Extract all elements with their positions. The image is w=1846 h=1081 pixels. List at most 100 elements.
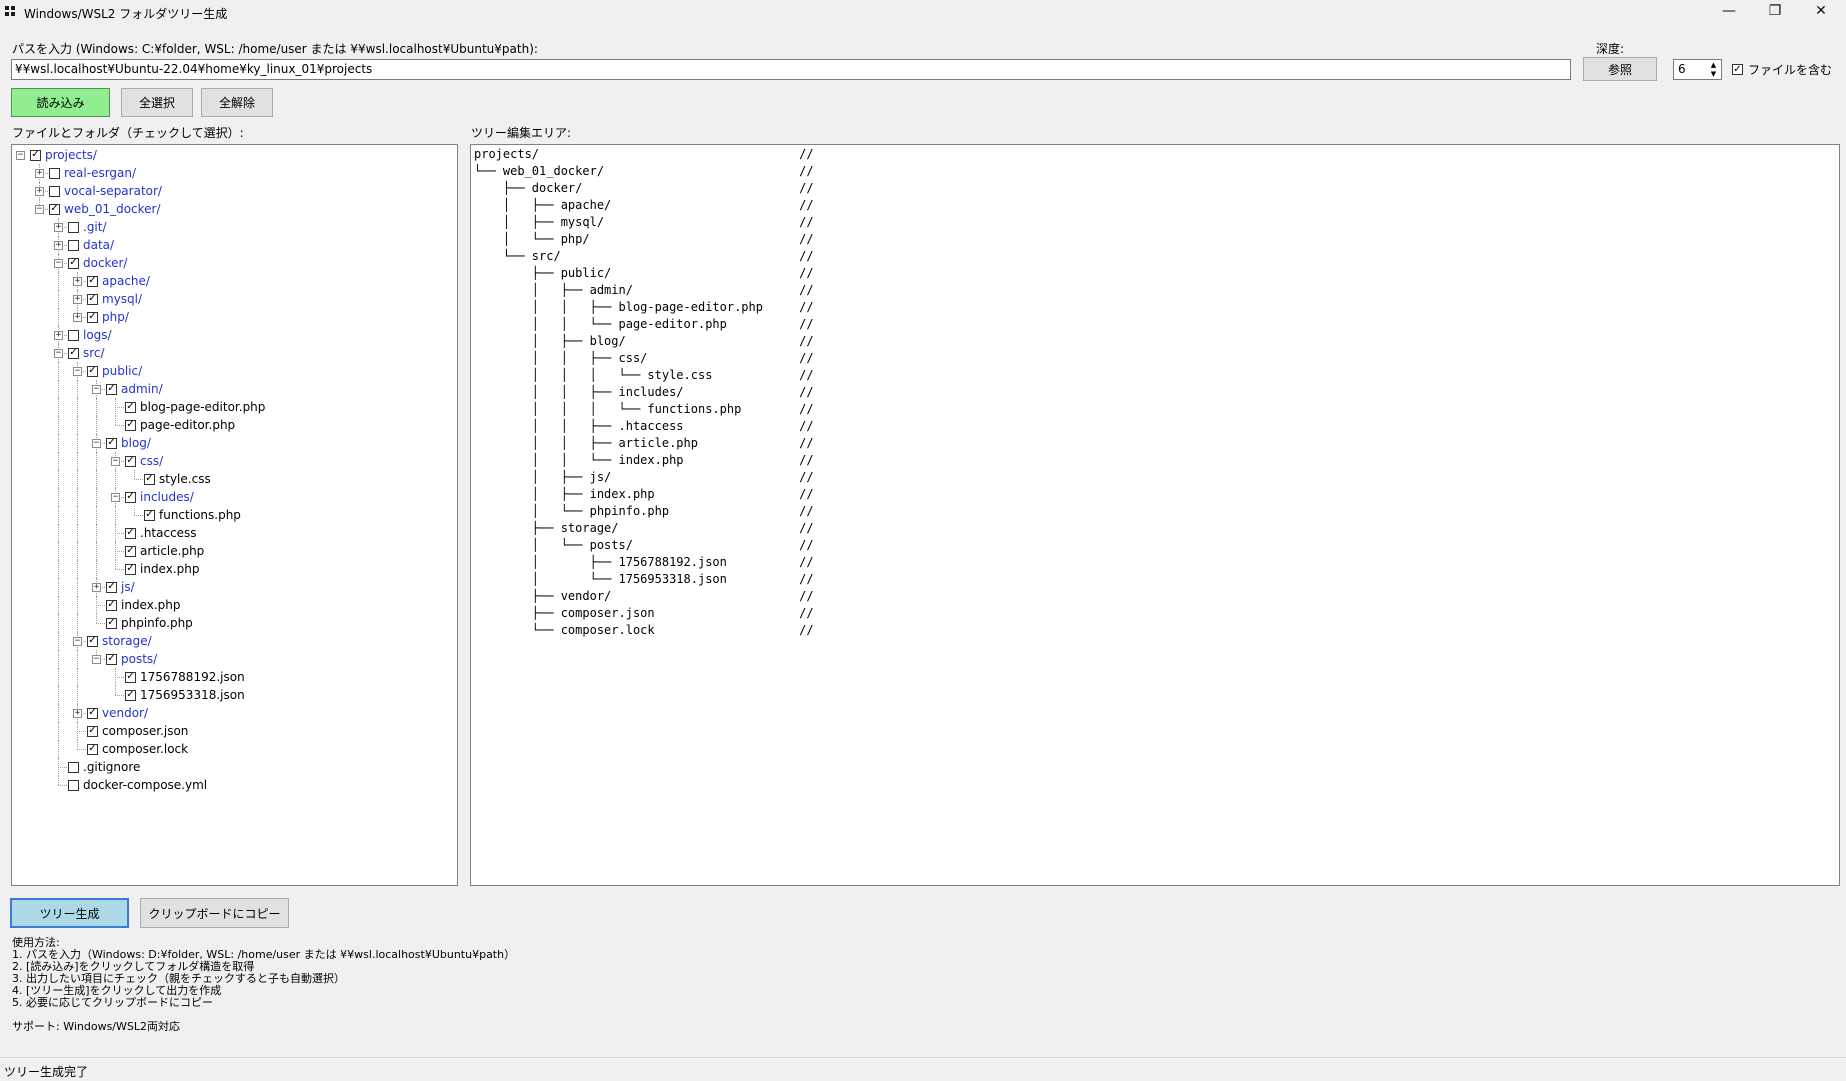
tree-node[interactable]: ✓apache/ xyxy=(87,272,150,290)
load-button[interactable]: 読み込み xyxy=(11,88,110,117)
tree-node-checkbox[interactable]: ✓ xyxy=(125,528,136,539)
close-button[interactable]: ✕ xyxy=(1798,0,1844,22)
tree-node-checkbox[interactable]: ✓ xyxy=(87,726,98,737)
tree-node[interactable]: vocal-separator/ xyxy=(49,182,162,200)
collapse-icon[interactable]: − xyxy=(73,367,82,376)
tree-node[interactable]: ✓composer.lock xyxy=(87,740,188,758)
tree-node[interactable]: ✓mysql/ xyxy=(87,290,142,308)
tree-node-checkbox[interactable]: ✓ xyxy=(106,654,117,665)
tree-node[interactable]: data/ xyxy=(68,236,114,254)
include-files-option[interactable]: ✓ ファイルを含む xyxy=(1732,61,1832,78)
tree-node[interactable]: ✓style.css xyxy=(144,470,211,488)
tree-node[interactable]: ✓vendor/ xyxy=(87,704,148,722)
tree-node[interactable]: ✓includes/ xyxy=(125,488,194,506)
tree-node[interactable]: logs/ xyxy=(68,326,112,344)
expand-icon[interactable]: + xyxy=(35,187,44,196)
tree-node[interactable]: .gitignore xyxy=(68,758,140,776)
expand-icon[interactable]: + xyxy=(54,241,63,250)
tree-node[interactable]: ✓phpinfo.php xyxy=(106,614,193,632)
tree-node[interactable]: ✓web_01_docker/ xyxy=(49,200,161,218)
tree-node[interactable]: ✓docker/ xyxy=(68,254,127,272)
tree-node[interactable]: ✓storage/ xyxy=(87,632,152,650)
tree-node[interactable]: docker-compose.yml xyxy=(68,776,207,794)
tree-node-checkbox[interactable]: ✓ xyxy=(87,366,98,377)
tree-node-checkbox[interactable]: ✓ xyxy=(106,618,117,629)
collapse-icon[interactable]: − xyxy=(111,493,120,502)
depth-spinner[interactable]: 6 ▲ ▼ xyxy=(1673,59,1722,80)
expand-icon[interactable]: + xyxy=(73,295,82,304)
tree-node-checkbox[interactable]: ✓ xyxy=(125,672,136,683)
expand-icon[interactable]: + xyxy=(92,583,101,592)
generate-tree-button[interactable]: ツリー生成 xyxy=(10,898,129,928)
tree-node-checkbox[interactable]: ✓ xyxy=(87,312,98,323)
tree-node[interactable]: ✓composer.json xyxy=(87,722,188,740)
tree-node[interactable]: ✓1756953318.json xyxy=(125,686,245,704)
tree-node[interactable]: real-esrgan/ xyxy=(49,164,136,182)
tree-node[interactable]: ✓.htaccess xyxy=(125,524,197,542)
tree-node[interactable]: ✓projects/ xyxy=(30,146,97,164)
select-all-button[interactable]: 全選択 xyxy=(121,88,193,117)
tree-node-checkbox[interactable]: ✓ xyxy=(87,708,98,719)
tree-node-checkbox[interactable]: ✓ xyxy=(87,276,98,287)
tree-node-checkbox[interactable]: ✓ xyxy=(68,348,79,359)
tree-node[interactable]: ✓functions.php xyxy=(144,506,241,524)
browse-button[interactable]: 参照 xyxy=(1583,57,1657,81)
tree-node[interactable]: ✓blog/ xyxy=(106,434,151,452)
tree-node-checkbox[interactable]: ✓ xyxy=(125,456,136,467)
tree-node-checkbox[interactable] xyxy=(68,780,79,791)
tree-node-checkbox[interactable]: ✓ xyxy=(87,636,98,647)
tree-node[interactable]: ✓index.php xyxy=(125,560,199,578)
copy-to-clipboard-button[interactable]: クリップボードにコピー xyxy=(140,898,289,928)
tree-node-checkbox[interactable]: ✓ xyxy=(68,258,79,269)
tree-edit-text[interactable]: projects/ // └── web_01_docker/ // ├── d… xyxy=(474,146,814,639)
tree-node[interactable]: ✓index.php xyxy=(106,596,180,614)
tree-node[interactable]: .git/ xyxy=(68,218,107,236)
tree-node-checkbox[interactable]: ✓ xyxy=(125,546,136,557)
maximize-button[interactable]: ❐ xyxy=(1752,0,1798,22)
collapse-icon[interactable]: − xyxy=(92,655,101,664)
tree-node[interactable]: ✓css/ xyxy=(125,452,163,470)
collapse-icon[interactable]: − xyxy=(73,637,82,646)
tree-node-checkbox[interactable]: ✓ xyxy=(30,150,41,161)
expand-icon[interactable]: + xyxy=(35,169,44,178)
path-input[interactable]: ¥¥wsl.localhost¥Ubuntu-22.04¥home¥ky_lin… xyxy=(11,59,1571,80)
tree-node[interactable]: ✓article.php xyxy=(125,542,204,560)
tree-node-checkbox[interactable]: ✓ xyxy=(144,474,155,485)
tree-node-checkbox[interactable]: ✓ xyxy=(106,438,117,449)
tree-node-checkbox[interactable]: ✓ xyxy=(106,582,117,593)
expand-icon[interactable]: + xyxy=(54,331,63,340)
tree-node-checkbox[interactable]: ✓ xyxy=(87,744,98,755)
tree-node-checkbox[interactable]: ✓ xyxy=(87,294,98,305)
collapse-icon[interactable]: − xyxy=(54,349,63,358)
minimize-button[interactable]: — xyxy=(1706,0,1752,22)
tree-node-checkbox[interactable] xyxy=(68,330,79,341)
tree-node[interactable]: ✓page-editor.php xyxy=(125,416,235,434)
tree-node-checkbox[interactable] xyxy=(68,762,79,773)
spinner-down-icon[interactable]: ▼ xyxy=(1707,70,1720,78)
tree-node[interactable]: ✓php/ xyxy=(87,308,129,326)
expand-icon[interactable]: + xyxy=(54,223,63,232)
tree-node-checkbox[interactable] xyxy=(49,186,60,197)
tree-node-checkbox[interactable]: ✓ xyxy=(125,564,136,575)
tree-node-checkbox[interactable]: ✓ xyxy=(125,402,136,413)
spinner-up-icon[interactable]: ▲ xyxy=(1707,61,1720,69)
tree-node-checkbox[interactable]: ✓ xyxy=(144,510,155,521)
collapse-icon[interactable]: − xyxy=(92,439,101,448)
tree-node-checkbox[interactable]: ✓ xyxy=(125,420,136,431)
tree-node-checkbox[interactable] xyxy=(49,168,60,179)
tree-node-checkbox[interactable]: ✓ xyxy=(106,600,117,611)
collapse-icon[interactable]: − xyxy=(16,151,25,160)
expand-icon[interactable]: + xyxy=(73,277,82,286)
tree-node-checkbox[interactable]: ✓ xyxy=(125,492,136,503)
tree-node-checkbox[interactable] xyxy=(68,222,79,233)
tree-node-checkbox[interactable] xyxy=(68,240,79,251)
tree-edit-area[interactable]: projects/ // └── web_01_docker/ // ├── d… xyxy=(470,144,1840,886)
tree-node[interactable]: ✓1756788192.json xyxy=(125,668,245,686)
tree-node-checkbox[interactable]: ✓ xyxy=(106,384,117,395)
tree-node[interactable]: ✓public/ xyxy=(87,362,142,380)
collapse-icon[interactable]: − xyxy=(111,457,120,466)
tree-node-checkbox[interactable]: ✓ xyxy=(125,690,136,701)
deselect-all-button[interactable]: 全解除 xyxy=(201,88,273,117)
expand-icon[interactable]: + xyxy=(73,709,82,718)
tree-node[interactable]: ✓posts/ xyxy=(106,650,157,668)
